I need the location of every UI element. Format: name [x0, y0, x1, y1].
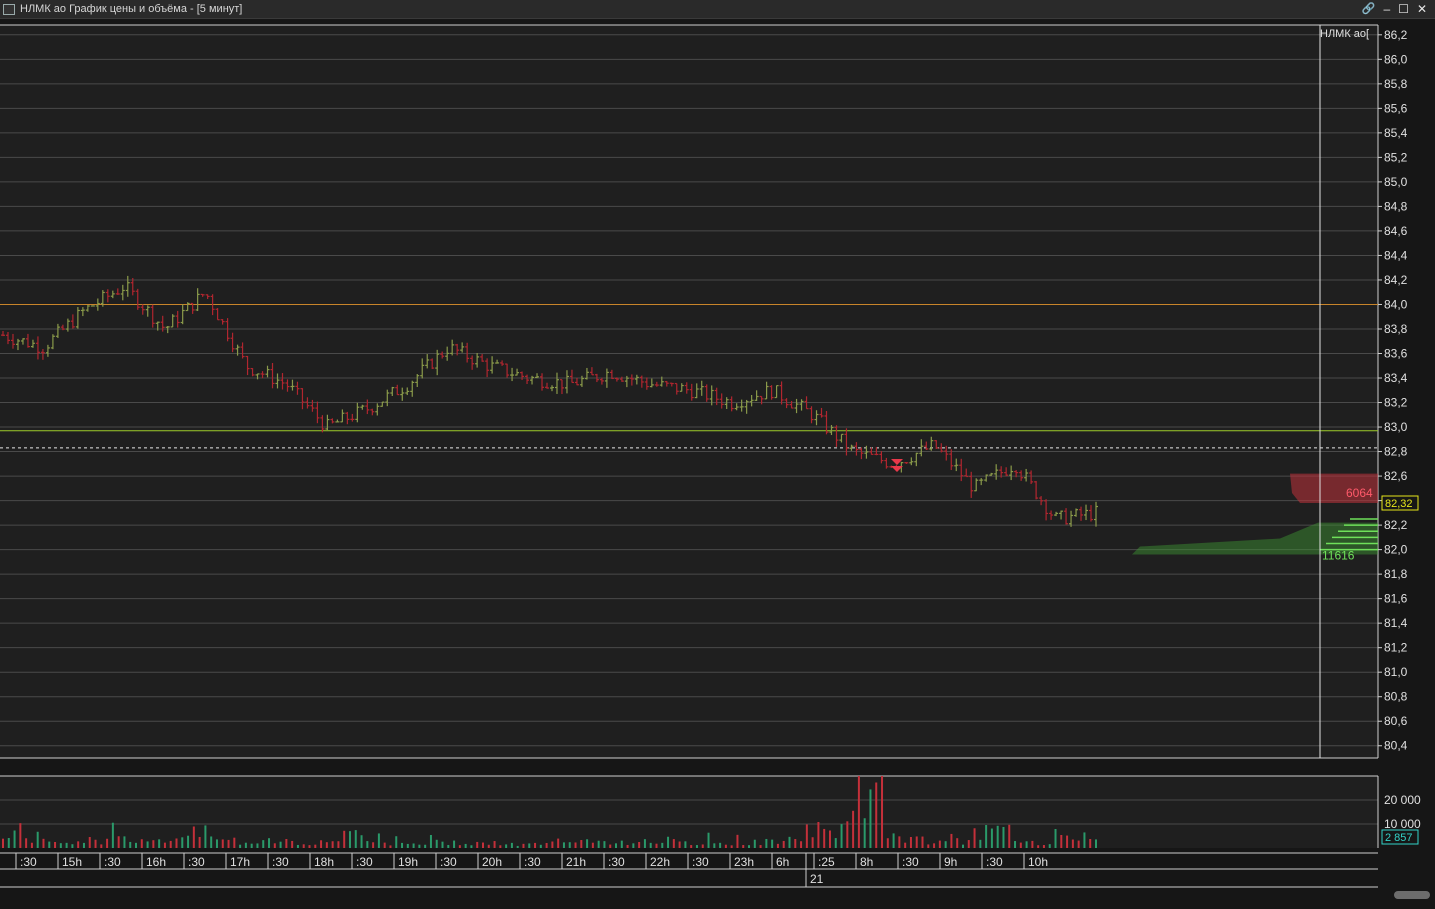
- price-tick-label: 85,0: [1384, 175, 1408, 189]
- time-tick-label: :30: [20, 855, 37, 869]
- window-titlebar: НЛМК ао График цены и объёма - [5 минут]…: [0, 0, 1435, 19]
- current-volume-tag: 2 857: [1381, 829, 1419, 845]
- time-tick-label: 23h: [734, 855, 754, 869]
- price-tick-label: 84,8: [1384, 199, 1408, 213]
- time-tick-label: :30: [986, 855, 1003, 869]
- price-tick-label: 84,0: [1384, 297, 1408, 311]
- price-tick-label: 80,6: [1384, 714, 1408, 728]
- time-axis: 21 :30 15h :30 16h :30 17h :30 18h :30 19h :30 20h:…: [0, 852, 1378, 888]
- volume-panel-bg: [0, 776, 1378, 848]
- price-tick-label: 85,4: [1384, 126, 1408, 140]
- price-tick-label: 85,2: [1384, 150, 1408, 164]
- date-label: 21: [810, 872, 824, 886]
- price-tick-label: 81,4: [1384, 616, 1408, 630]
- time-tick-label: 9h: [944, 855, 957, 869]
- price-tick-label: 81,8: [1384, 567, 1408, 581]
- price-tick-label: 86,0: [1384, 52, 1408, 66]
- price-tick-label: 83,6: [1384, 347, 1408, 361]
- time-tick-label: :30: [356, 855, 373, 869]
- time-tick-label: :30: [902, 855, 919, 869]
- time-tick-label: 20h: [482, 855, 502, 869]
- chart-app-icon: [3, 3, 15, 15]
- price-tick-label: 81,0: [1384, 665, 1408, 679]
- price-tick-label: 84,2: [1384, 273, 1408, 287]
- horizontal-scrollbar-thumb[interactable]: [1394, 891, 1430, 899]
- window-title: НЛМК ао График цены и объёма - [5 минут]: [20, 3, 243, 15]
- minimize-button[interactable]: –: [1383, 0, 1390, 18]
- time-tick-label: 8h: [860, 855, 873, 869]
- window-controls: 🔗 – ☐ ✕: [1362, 0, 1427, 18]
- price-tick-label: 82,0: [1384, 543, 1408, 557]
- time-tick-label: 16h: [146, 855, 166, 869]
- time-tick-label: 6h: [776, 855, 789, 869]
- price-tick-label: 83,2: [1384, 396, 1408, 410]
- price-tick-label: 85,8: [1384, 77, 1408, 91]
- time-tick-label: 18h: [314, 855, 334, 869]
- price-tick-label: 80,8: [1384, 690, 1408, 704]
- price-tick-label: 84,6: [1384, 224, 1408, 238]
- volume-tick-label: 10 000: [1384, 817, 1421, 831]
- time-tick-label: 19h: [398, 855, 418, 869]
- close-button[interactable]: ✕: [1417, 0, 1427, 18]
- time-tick-label: 22h: [650, 855, 670, 869]
- time-tick-label: 21h: [566, 855, 586, 869]
- time-tick-label: :30: [104, 855, 121, 869]
- price-tick-label: 81,2: [1384, 641, 1408, 655]
- time-tick-label: :30: [188, 855, 205, 869]
- price-tick-label: 86,2: [1384, 28, 1408, 42]
- time-tick-label: 10h: [1028, 855, 1048, 869]
- bid-volume-label: 11616: [1322, 548, 1355, 562]
- price-volume-chart[interactable]: 86,2 86,0 85,8 85,6 85,4 85,2 85,0 84,8 84,6 84,4…: [0, 19, 1435, 909]
- time-tick-label: :30: [524, 855, 541, 869]
- time-tick-label: :30: [272, 855, 289, 869]
- price-tick-label: 82,6: [1384, 469, 1408, 483]
- maximize-button[interactable]: ☐: [1398, 0, 1409, 18]
- price-tick-label: 80,4: [1384, 739, 1408, 753]
- time-tick-label: :30: [692, 855, 709, 869]
- time-tick-label: :25: [818, 855, 835, 869]
- price-tick-label: 81,6: [1384, 592, 1408, 606]
- time-tick-label: 17h: [230, 855, 250, 869]
- current-volume-label: 2 857: [1385, 832, 1413, 844]
- price-tick-label: 83,4: [1384, 371, 1408, 385]
- price-tick-label: 83,0: [1384, 420, 1408, 434]
- current-price-tag: 82,32: [1381, 495, 1419, 511]
- link-icon[interactable]: 🔗: [1362, 0, 1376, 18]
- ask-volume-label: 6064: [1346, 486, 1373, 500]
- price-tick-label: 84,4: [1384, 248, 1408, 262]
- price-tick-label: 82,8: [1384, 445, 1408, 459]
- time-tick-label: :30: [440, 855, 457, 869]
- current-price-label: 82,32: [1385, 498, 1413, 510]
- volume-tick-label: 20 000: [1384, 793, 1421, 807]
- time-tick-label: 15h: [62, 855, 82, 869]
- price-tick-label: 82,2: [1384, 518, 1408, 532]
- price-tick-label: 83,8: [1384, 322, 1408, 336]
- price-tick-label: 85,6: [1384, 101, 1408, 115]
- ticker-label: НЛМК ао[: [1320, 28, 1369, 40]
- time-tick-label: :30: [608, 855, 625, 869]
- ohlc-bar: [90, 305, 95, 307]
